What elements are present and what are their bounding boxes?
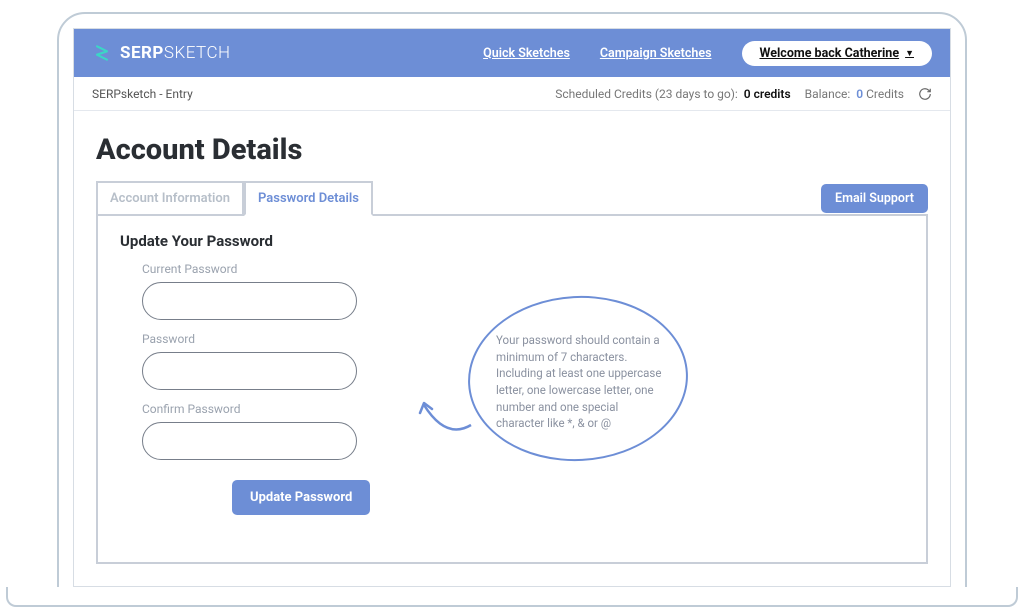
page-title: Account Details [96,133,928,167]
password-panel: Update Your Password Current Password Pa… [96,214,928,564]
tab-account-information[interactable]: Account Information [96,181,244,216]
scheduled-credits-label: Scheduled Credits (23 days to go): [555,87,738,101]
brand-logo[interactable]: SERPSKETCH [92,43,231,63]
brand-text: SERPSKETCH [120,43,231,63]
current-password-input[interactable] [142,282,357,320]
tab-bar: Account Information Password Details Ema… [96,181,928,216]
scheduled-credits-value: 0 credits [744,87,791,101]
arrow-icon [416,395,476,445]
user-menu[interactable]: Welcome back Catherine ▼ [742,41,933,66]
sub-bar: SERPsketch - Entry Scheduled Credits (23… [74,77,950,111]
laptop-frame: SERPSKETCH Quick Sketches Campaign Sketc… [57,12,967,589]
balance-label: Balance: [805,87,851,101]
balance-value: 0 [856,87,863,101]
password-hint-callout: Your password should contain a minimum o… [468,296,688,461]
email-support-button[interactable]: Email Support [821,184,928,213]
user-menu-label: Welcome back Catherine [760,46,900,61]
form-heading: Update Your Password [120,232,904,250]
confirm-password-input[interactable] [142,422,357,460]
logo-icon [92,43,112,63]
current-password-label: Current Password [142,262,904,276]
page-content: Account Details Account Information Pass… [74,111,950,586]
password-hint-text: Your password should contain a minimum o… [496,332,666,432]
balance-unit: Credits [866,87,904,101]
nav-quick-sketches[interactable]: Quick Sketches [483,46,570,61]
top-nav: SERPSKETCH Quick Sketches Campaign Sketc… [74,29,950,77]
refresh-icon[interactable] [918,87,932,101]
tab-password-details[interactable]: Password Details [244,181,373,216]
nav-campaign-sketches[interactable]: Campaign Sketches [600,46,712,61]
update-password-button[interactable]: Update Password [232,480,370,515]
app-screen: SERPSKETCH Quick Sketches Campaign Sketc… [73,28,951,587]
credits-summary: Scheduled Credits (23 days to go): 0 cre… [555,87,932,101]
new-password-input[interactable] [142,352,357,390]
breadcrumb: SERPsketch - Entry [92,87,193,101]
chevron-down-icon: ▼ [905,48,914,59]
laptop-base [6,587,1018,607]
